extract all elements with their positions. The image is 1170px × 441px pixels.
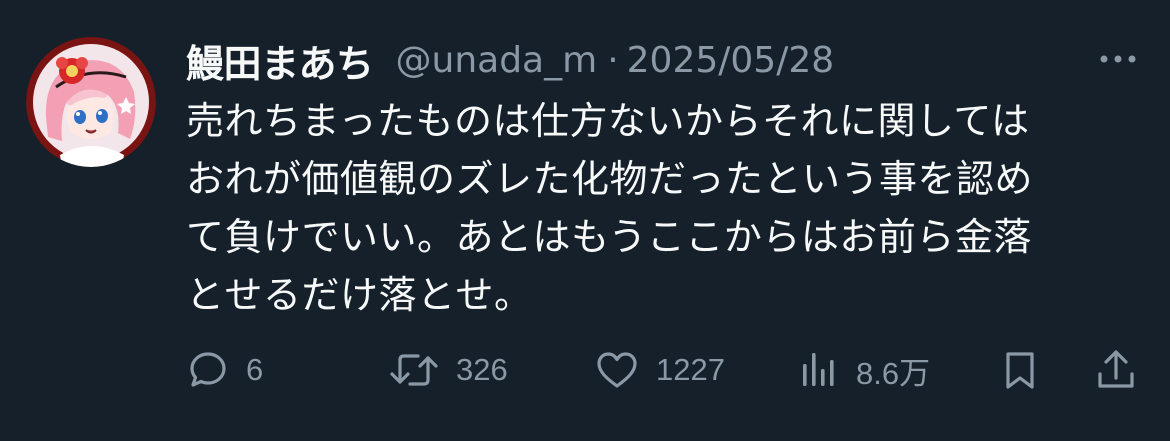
more-options-button[interactable] xyxy=(1094,44,1142,74)
like-button[interactable]: 1227 xyxy=(594,340,725,400)
tweet-text: 売れちまったものは仕方ないからそれに関しては おれが価値観のズレた化物だったとい… xyxy=(186,99,1034,317)
retweet-button[interactable]: 326 xyxy=(388,340,508,400)
header-separator: · xyxy=(607,39,619,81)
retweet-icon xyxy=(390,354,438,386)
bookmark-icon xyxy=(1006,352,1034,389)
action-bar: 6 326 1227 8.6万 xyxy=(186,340,1146,400)
reply-icon xyxy=(190,352,226,387)
views-count: 8.6万 xyxy=(856,355,931,391)
heart-icon xyxy=(597,352,637,388)
share-button[interactable] xyxy=(1094,340,1138,400)
tweet[interactable]: 鰻田まあち @unada_m · 2025/05/28 売れちまったものは仕方な… xyxy=(0,0,1170,441)
user-handle[interactable]: @unada_m xyxy=(396,40,598,81)
avatar[interactable] xyxy=(26,37,156,167)
bookmark-button[interactable] xyxy=(998,340,1042,400)
display-name[interactable]: 鰻田まあち xyxy=(186,33,374,88)
more-icon xyxy=(1100,55,1136,63)
like-count: 1227 xyxy=(656,352,725,387)
reply-button[interactable]: 6 xyxy=(186,340,263,400)
views-button[interactable]: 8.6万 xyxy=(796,340,930,400)
share-icon xyxy=(1098,350,1134,388)
reply-count: 6 xyxy=(246,352,264,387)
tweet-header: 鰻田まあち @unada_m · 2025/05/28 xyxy=(186,30,834,90)
avatar-image xyxy=(26,37,156,167)
views-icon xyxy=(803,353,834,386)
retweet-count: 326 xyxy=(456,352,508,387)
tweet-date[interactable]: 2025/05/28 xyxy=(627,40,835,81)
